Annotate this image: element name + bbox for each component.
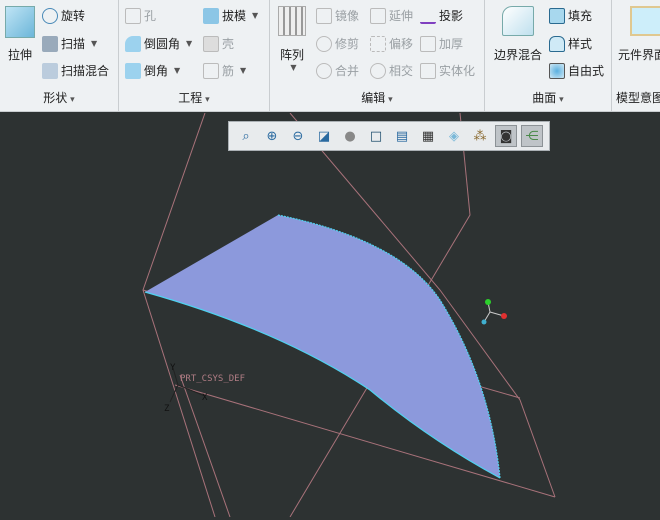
style-icon: [549, 35, 565, 52]
component-interface-icon: [630, 6, 660, 36]
shell-button[interactable]: 壳: [203, 35, 234, 52]
spin-center-icon[interactable]: ◈: [443, 125, 465, 147]
group-shape: 拉伸 旋转 扫描 ▼ 扫描混合 形状: [0, 0, 119, 112]
merge-icon: [316, 62, 332, 79]
draft-button[interactable]: 拔模 ▼: [203, 7, 258, 24]
group-model-intent-label[interactable]: 模型意图: [616, 89, 660, 106]
group-surfaces: 边界混合 填充 样式 自由式 曲面: [485, 0, 612, 112]
trim-button[interactable]: 修剪: [316, 35, 359, 52]
group-surfaces-label[interactable]: 曲面: [485, 89, 611, 106]
group-engineering: 孔 拔模 ▼ 倒圆角 ▼ 壳 倒角 ▼ 筋 ▼ 工程: [119, 0, 270, 112]
thicken-icon: [420, 35, 436, 52]
boundary-blend-button[interactable]: 边界混合: [489, 6, 547, 63]
merge-button[interactable]: 合并: [316, 62, 359, 79]
fill-icon: [549, 7, 565, 24]
solidify-button[interactable]: 实体化: [420, 62, 475, 79]
graphics-viewport[interactable]: Y X Z: [0, 112, 660, 518]
group-editing: 阵列 ▼ 镜像 延伸 投影 修剪 偏移 加厚 合并 相交 实体化 编辑: [270, 0, 485, 112]
extend-button[interactable]: 延伸: [370, 7, 413, 24]
group-shape-label[interactable]: 形状: [0, 89, 118, 106]
sweep-button[interactable]: 扫描 ▼: [42, 35, 97, 52]
round-icon: [125, 35, 141, 52]
component-interface-button[interactable]: 元件界面: [618, 6, 660, 63]
extrude-button[interactable]: 拉伸: [4, 6, 36, 63]
datum-plane-edge: [174, 384, 556, 498]
intersect-icon: [370, 62, 386, 79]
perspective-view-icon[interactable]: ▦: [417, 125, 439, 147]
rib-button[interactable]: 筋 ▼: [203, 62, 246, 79]
pattern-button[interactable]: 阵列 ▼: [276, 6, 308, 72]
freestyle-button[interactable]: 自由式: [549, 62, 604, 79]
csys-label[interactable]: PRT_CSYS_DEF: [180, 374, 245, 384]
csys-display-icon[interactable]: ⋲: [521, 125, 543, 147]
style-button[interactable]: 样式: [549, 35, 592, 52]
mirror-button[interactable]: 镜像: [316, 7, 359, 24]
zoom-out-icon[interactable]: ⊖: [287, 125, 309, 147]
axis-x-label: X: [202, 393, 208, 403]
datum-display-icon[interactable]: ⁂: [469, 125, 491, 147]
offset-icon: [370, 35, 386, 52]
chamfer-icon: [125, 62, 141, 79]
axis-z-label: Z: [164, 404, 170, 414]
shell-icon: [203, 35, 219, 52]
repaint-icon[interactable]: ◪: [313, 125, 335, 147]
project-button[interactable]: 投影: [420, 7, 463, 24]
model-view: Y X Z: [142, 112, 556, 518]
chamfer-button[interactable]: 倒角 ▼: [125, 62, 180, 79]
axis-y-label: Y: [170, 363, 176, 373]
group-model-intent: 元件界面 模型意图: [612, 0, 660, 112]
pattern-icon: [278, 6, 306, 36]
ribbon: 拉伸 旋转 扫描▼ 扫描混合 形状 孔 拔模▼ 倒圆角▼ 壳 倒角▼ 筋▼ 工程…: [0, 0, 660, 112]
group-engineering-label[interactable]: 工程: [119, 89, 269, 106]
annotation-display-icon[interactable]: ◙: [495, 125, 517, 147]
sweep-icon: [42, 35, 58, 52]
mirror-icon: [316, 7, 332, 24]
rib-icon: [203, 62, 219, 79]
thicken-button[interactable]: 加厚: [420, 35, 463, 52]
trim-icon: [316, 35, 332, 52]
boundary-blend-icon: [502, 6, 534, 36]
refit-icon[interactable]: ⌕: [235, 125, 257, 147]
revolve-icon: [42, 7, 58, 24]
intersect-button[interactable]: 相交: [370, 62, 413, 79]
draft-icon: [203, 7, 219, 24]
freestyle-icon: [549, 62, 565, 79]
revolve-button[interactable]: 旋转: [42, 7, 85, 24]
extrude-icon: [5, 6, 35, 38]
view-manager-icon[interactable]: ▤: [391, 125, 413, 147]
extend-icon: [370, 7, 386, 24]
offset-button[interactable]: 偏移: [370, 35, 413, 52]
hole-icon: [125, 7, 141, 24]
round-button[interactable]: 倒圆角 ▼: [125, 35, 192, 52]
fill-button[interactable]: 填充: [549, 7, 592, 24]
project-icon: [420, 8, 436, 24]
swept-blend-button[interactable]: 扫描混合: [42, 62, 109, 79]
zoom-in-icon[interactable]: ⊕: [261, 125, 283, 147]
display-style-icon[interactable]: ●: [339, 125, 361, 147]
spin-center-icon: [481, 299, 507, 325]
swept-blend-icon: [42, 62, 58, 79]
hole-button[interactable]: 孔: [125, 7, 156, 24]
saved-orientations-icon[interactable]: □: [365, 125, 387, 147]
solidify-icon: [420, 62, 436, 79]
datum-plane-edge: [142, 112, 216, 518]
view-toolbar: ⌕ ⊕ ⊖ ◪ ● □ ▤ ▦ ◈ ⁂ ◙ ⋲: [228, 121, 550, 151]
group-editing-label[interactable]: 编辑: [270, 89, 484, 106]
